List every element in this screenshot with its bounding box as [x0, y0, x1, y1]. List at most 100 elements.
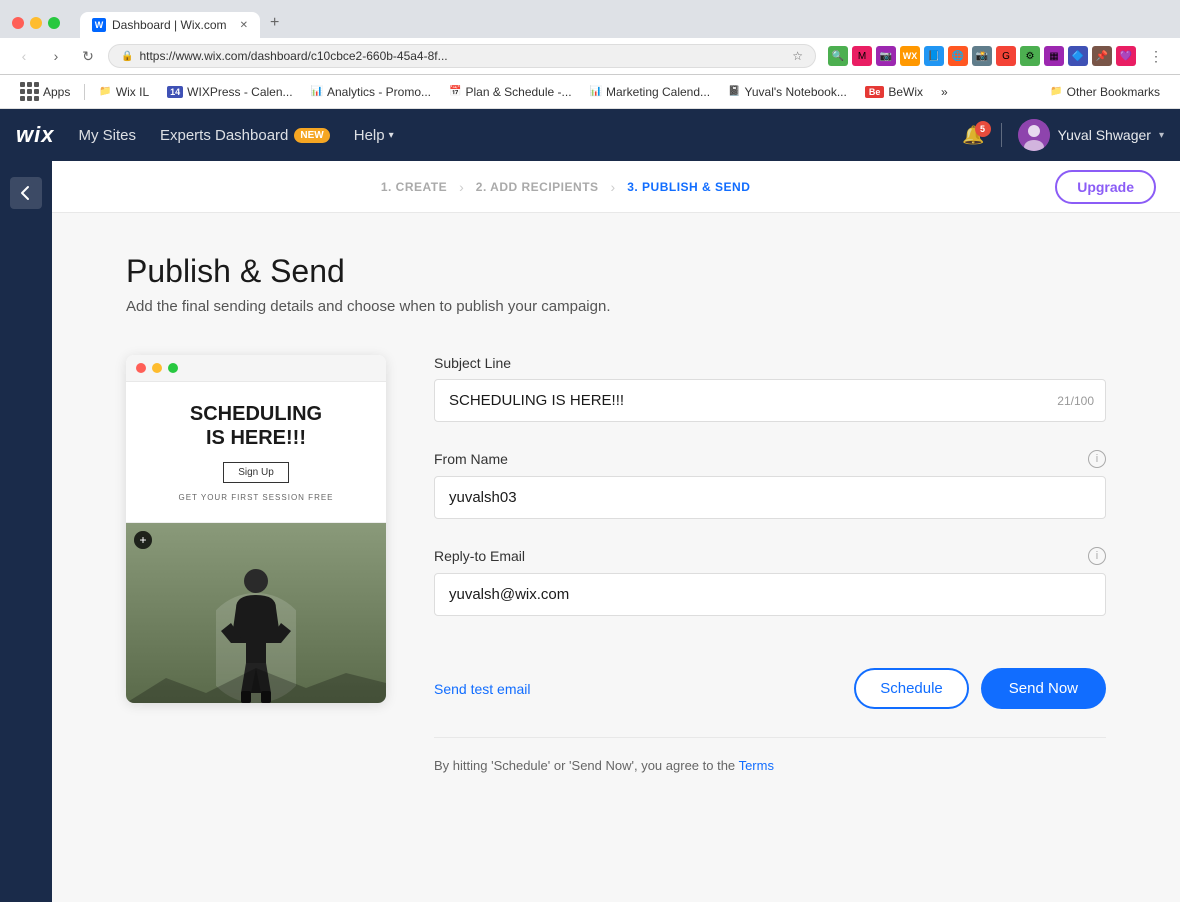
new-badge: NEW [294, 128, 329, 143]
preview-signup-button: Sign Up [223, 462, 289, 483]
bookmarks-bar: Apps 📁 Wix IL 14 WIXPress - Calen... 📊 A… [0, 75, 1180, 109]
preview-email-heading: SCHEDULING IS HERE!!! [142, 402, 370, 450]
address-bar[interactable]: 🔒 https://www.wix.com/dashboard/c10cbce2… [108, 44, 816, 68]
ext-icon-12[interactable]: 📌 [1092, 46, 1112, 66]
upgrade-button[interactable]: Upgrade [1055, 170, 1156, 204]
ext-icon-10[interactable]: ▦ [1044, 46, 1064, 66]
experts-dashboard-link[interactable]: Experts Dashboard NEW [160, 127, 330, 144]
preview-window: SCHEDULING IS HERE!!! Sign Up GET YOUR F… [126, 355, 386, 703]
reply-to-input[interactable] [434, 573, 1106, 616]
page-title: Publish & Send [126, 253, 1106, 290]
browser-extensions: 🔍 M 📷 WX 📘 🌐 📸 G ⚙ ▦ 🔷 📌 💜 [828, 46, 1136, 66]
preview-content-top: SCHEDULING IS HERE!!! Sign Up GET YOUR F… [126, 382, 386, 523]
ext-icon-1[interactable]: 🔍 [828, 46, 848, 66]
ext-icon-3[interactable]: 📷 [876, 46, 896, 66]
page-content: Publish & Send Add the final sending det… [86, 213, 1146, 833]
ext-icon-11[interactable]: 🔷 [1068, 46, 1088, 66]
maximize-window-icon[interactable] [48, 17, 60, 29]
subject-line-group: Subject Line 21/100 [434, 355, 1106, 422]
terms-section: By hitting 'Schedule' or 'Send Now', you… [434, 737, 1106, 773]
wizard-bar: 1. CREATE › 2. ADD RECIPIENTS › 3. PUBLI… [52, 161, 1180, 213]
subject-line-wrapper: 21/100 [434, 379, 1106, 422]
forward-button[interactable]: › [44, 44, 68, 68]
new-tab-button[interactable]: + [262, 8, 287, 38]
wix-logo[interactable]: wix [16, 122, 54, 148]
terms-link[interactable]: Terms [739, 758, 774, 773]
back-button[interactable] [10, 177, 42, 209]
bookmark-wix-il[interactable]: 📁 Wix IL [91, 82, 157, 102]
main-content: 1. CREATE › 2. ADD RECIPIENTS › 3. PUBLI… [52, 161, 1180, 902]
bookmark-yuval[interactable]: 📓 Yuval's Notebook... [720, 82, 855, 102]
ext-icon-5[interactable]: 📘 [924, 46, 944, 66]
preview-subtext: GET YOUR FIRST SESSION FREE [142, 493, 370, 502]
help-link[interactable]: Help ▾ [354, 127, 394, 144]
user-avatar [1018, 119, 1050, 151]
wizard-step-1[interactable]: 1. CREATE [369, 180, 459, 194]
subject-line-label: Subject Line [434, 355, 1106, 371]
reload-button[interactable]: ↻ [76, 44, 100, 68]
actions-row: Send test email Schedule Send Now [434, 648, 1106, 709]
preview-image-section: + + + + [126, 523, 386, 703]
sidebar-back [0, 161, 52, 902]
wizard-steps: 1. CREATE › 2. ADD RECIPIENTS › 3. PUBLI… [76, 179, 1055, 195]
notification-button[interactable]: 🔔 5 [962, 125, 984, 146]
bookmark-plan[interactable]: 📅 Plan & Schedule -... [441, 82, 580, 102]
app-bar-right: 🔔 5 Yuval Shwager ▾ [962, 119, 1164, 151]
bookmark-marketing[interactable]: 📊 Marketing Calend... [582, 82, 719, 102]
ext-icon-4[interactable]: WX [900, 46, 920, 66]
preview-minimize-dot [152, 363, 162, 373]
from-name-group: From Name i [434, 450, 1106, 519]
from-name-input[interactable] [434, 476, 1106, 519]
bookmark-bewix[interactable]: Be BeWix [857, 82, 931, 102]
notification-badge: 5 [975, 121, 991, 137]
url-text: https://www.wix.com/dashboard/c10cbce2-6… [139, 49, 786, 63]
bookmark-more[interactable]: » [933, 82, 956, 102]
user-profile[interactable]: Yuval Shwager ▾ [1018, 119, 1164, 151]
wizard-step-2[interactable]: 2. ADD RECIPIENTS [464, 180, 611, 194]
ext-icon-7[interactable]: 📸 [972, 46, 992, 66]
main-layout: 1. CREATE › 2. ADD RECIPIENTS › 3. PUBLI… [0, 161, 1180, 902]
bookmark-other[interactable]: 📁 Other Bookmarks [1042, 82, 1168, 102]
preview-close-dot [136, 363, 146, 373]
send-now-button[interactable]: Send Now [981, 668, 1106, 709]
bookmark-separator [84, 84, 85, 100]
add-block-bottom-right[interactable]: + [134, 531, 152, 549]
bookmark-icon[interactable]: ☆ [792, 49, 803, 63]
preview-titlebar [126, 355, 386, 382]
browser-menu-button[interactable]: ⋮ [1144, 44, 1168, 68]
subject-line-input[interactable] [434, 379, 1106, 422]
bookmark-wixpress[interactable]: 14 WIXPress - Calen... [159, 82, 300, 102]
bookmarks-apps[interactable]: Apps [12, 79, 78, 104]
ext-icon-8[interactable]: G [996, 46, 1016, 66]
schedule-button[interactable]: Schedule [854, 668, 969, 709]
send-test-link[interactable]: Send test email [434, 681, 531, 697]
back-button[interactable]: ‹ [12, 44, 36, 68]
nav-divider [1001, 123, 1002, 147]
preview-body: SCHEDULING IS HERE!!! Sign Up GET YOUR F… [126, 382, 386, 703]
reply-to-info-icon[interactable]: i [1088, 547, 1106, 565]
user-name: Yuval Shwager [1058, 127, 1151, 143]
browser-window-controls [12, 17, 60, 29]
my-sites-link[interactable]: My Sites [78, 127, 136, 144]
browser-titlebar: W Dashboard | Wix.com ✕ + [0, 0, 1180, 38]
ext-icon-9[interactable]: ⚙ [1020, 46, 1040, 66]
active-tab[interactable]: W Dashboard | Wix.com ✕ [80, 12, 260, 38]
minimize-window-icon[interactable] [30, 17, 42, 29]
reply-to-label: Reply-to Email i [434, 547, 1106, 565]
wizard-step-3[interactable]: 3. PUBLISH & SEND [615, 180, 762, 194]
bookmark-analytics[interactable]: 📊 Analytics - Promo... [303, 82, 439, 102]
tab-close-icon[interactable]: ✕ [240, 20, 248, 31]
chevron-down-icon: ▾ [1159, 130, 1164, 141]
browser-chrome: W Dashboard | Wix.com ✕ + ‹ › ↻ 🔒 https:… [0, 0, 1180, 109]
app-bar-nav: My Sites Experts Dashboard NEW Help ▾ [78, 127, 938, 144]
browser-toolbar: ‹ › ↻ 🔒 https://www.wix.com/dashboard/c1… [0, 38, 1180, 75]
app-bar: wix My Sites Experts Dashboard NEW Help … [0, 109, 1180, 161]
ext-icon-6[interactable]: 🌐 [948, 46, 968, 66]
from-name-info-icon[interactable]: i [1088, 450, 1106, 468]
ext-icon-13[interactable]: 💜 [1116, 46, 1136, 66]
char-count: 21/100 [1057, 394, 1094, 408]
form-fields: Subject Line 21/100 From Name i [434, 355, 1106, 773]
action-buttons: Schedule Send Now [854, 668, 1106, 709]
ext-icon-2[interactable]: M [852, 46, 872, 66]
close-window-icon[interactable] [12, 17, 24, 29]
